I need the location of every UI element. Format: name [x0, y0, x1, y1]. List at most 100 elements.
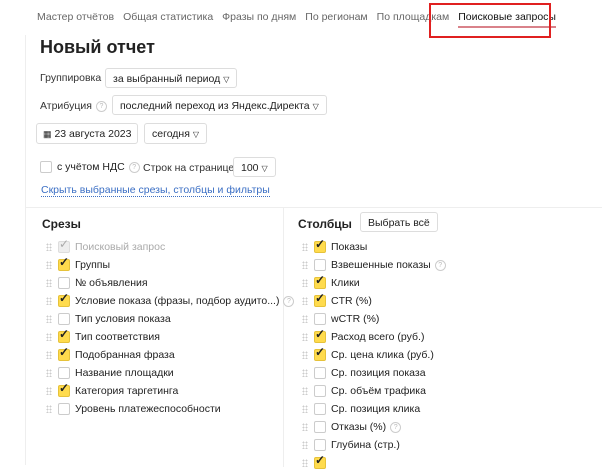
item-label: Показы: [331, 241, 368, 253]
drag-handle-icon[interactable]: [302, 315, 308, 323]
list-item[interactable]: Название площадки: [46, 364, 294, 382]
tab-general-stats[interactable]: Общая статистика: [123, 11, 213, 28]
item-label: Ср. цена клика (руб.): [331, 349, 434, 361]
drag-handle-icon[interactable]: [302, 297, 308, 305]
help-icon[interactable]: ?: [95, 100, 107, 112]
vat-label: с учётом НДС: [57, 161, 125, 173]
list-item[interactable]: Тип соответствия: [46, 327, 294, 346]
checkbox[interactable]: [58, 313, 70, 325]
list-item[interactable]: Группы: [46, 255, 294, 274]
checkbox[interactable]: [314, 403, 326, 415]
checkbox[interactable]: [58, 327, 70, 343]
highlight-box: [429, 3, 551, 38]
drag-handle-icon[interactable]: [302, 369, 308, 377]
checkbox[interactable]: [314, 385, 326, 397]
list-item[interactable]: Уровень платежеспособности: [46, 400, 294, 418]
list-item[interactable]: Клики: [302, 273, 446, 292]
list-item[interactable]: Ср. цена клика (руб.): [302, 345, 446, 364]
list-item[interactable]: Расход всего (руб.): [302, 327, 446, 346]
item-label: Тип условия показа: [75, 313, 171, 325]
list-item[interactable]: Ср. объём трафика: [302, 382, 446, 400]
checkbox[interactable]: [58, 255, 70, 271]
checkbox[interactable]: [314, 327, 326, 343]
slices-title: Срезы: [42, 217, 81, 231]
checkbox[interactable]: [314, 345, 326, 361]
tab-report-master[interactable]: Мастер отчётов: [37, 11, 114, 28]
checkbox[interactable]: [58, 381, 70, 397]
checkbox[interactable]: [314, 291, 326, 307]
list-item[interactable]: Тип условия показа: [46, 310, 294, 328]
drag-handle-icon[interactable]: [46, 297, 52, 305]
drag-handle-icon[interactable]: [302, 387, 308, 395]
list-item[interactable]: Глубина (стр.): [302, 436, 446, 454]
checkbox[interactable]: [314, 439, 326, 451]
checkbox[interactable]: [40, 161, 52, 173]
drag-handle-icon[interactable]: [302, 279, 308, 287]
attribution-value: последний переход из Яндекс.Директа: [120, 100, 310, 112]
list-item[interactable]: Поисковый запрос: [46, 237, 294, 256]
list-item[interactable]: Показы: [302, 237, 446, 256]
checkbox[interactable]: [58, 237, 70, 253]
checkbox[interactable]: [58, 345, 70, 361]
help-icon[interactable]: ?: [434, 259, 446, 271]
list-item[interactable]: CTR (%): [302, 291, 446, 310]
item-label: Ср. позиция показа: [331, 367, 426, 379]
checkbox[interactable]: [58, 291, 70, 307]
period-select[interactable]: сегодня ▽: [144, 123, 208, 144]
list-item[interactable]: Условие показа (фразы, подбор аудито...)…: [46, 291, 295, 310]
list-item[interactable]: wCTR (%): [302, 310, 446, 328]
list-item[interactable]: Отказы (%)?: [302, 418, 446, 436]
list-item[interactable]: Категория таргетинга: [46, 381, 294, 400]
tab-by-region[interactable]: По регионам: [305, 11, 367, 28]
item-label: Уровень платежеспособности: [75, 403, 221, 415]
grouping-select[interactable]: за выбранный период ▽: [105, 68, 238, 88]
drag-handle-icon[interactable]: [46, 315, 52, 323]
list-item[interactable]: Подобранная фраза: [46, 345, 294, 364]
date-picker[interactable]: ▦ 23 августа 2023: [36, 123, 139, 144]
checkbox[interactable]: [58, 367, 70, 379]
select-all-button[interactable]: Выбрать всё: [360, 212, 438, 232]
hide-filters-link[interactable]: Скрыть выбранные срезы, столбцы и фильтр…: [41, 184, 270, 197]
checkbox[interactable]: [314, 313, 326, 325]
rows-per-page-select[interactable]: 100 ▽: [233, 157, 276, 177]
drag-handle-icon[interactable]: [302, 243, 308, 251]
attribution-select[interactable]: последний переход из Яндекс.Директа ▽: [112, 95, 327, 115]
help-icon[interactable]: ?: [390, 421, 402, 433]
checkbox[interactable]: [314, 367, 326, 379]
checkbox[interactable]: [314, 453, 326, 469]
drag-handle-icon[interactable]: [302, 441, 308, 449]
drag-handle-icon[interactable]: [46, 243, 52, 251]
tab-phrases-by-day[interactable]: Фразы по дням: [222, 11, 296, 28]
checkbox[interactable]: [314, 237, 326, 253]
drag-handle-icon[interactable]: [302, 459, 308, 467]
list-item[interactable]: [302, 453, 446, 472]
drag-handle-icon[interactable]: [46, 387, 52, 395]
drag-handle-icon[interactable]: [302, 423, 308, 431]
item-label: Расход всего (руб.): [331, 331, 425, 343]
list-item[interactable]: Ср. позиция клика: [302, 400, 446, 418]
drag-handle-icon[interactable]: [46, 405, 52, 413]
drag-handle-icon[interactable]: [46, 279, 52, 287]
attribution-label: Атрибуция?: [40, 100, 107, 112]
vat-checkbox[interactable]: с учётом НДС?: [40, 158, 140, 176]
checkbox[interactable]: [58, 403, 70, 415]
drag-handle-icon[interactable]: [302, 405, 308, 413]
drag-handle-icon[interactable]: [302, 333, 308, 341]
item-label: CTR (%): [331, 295, 372, 307]
checkbox[interactable]: [58, 277, 70, 289]
checkbox[interactable]: [314, 273, 326, 289]
list-item[interactable]: № объявления: [46, 274, 294, 292]
list-item[interactable]: Ср. позиция показа: [302, 364, 446, 382]
checkbox[interactable]: [314, 421, 326, 433]
drag-handle-icon[interactable]: [46, 333, 52, 341]
drag-handle-icon[interactable]: [302, 261, 308, 269]
drag-handle-icon[interactable]: [46, 369, 52, 377]
item-label: wCTR (%): [331, 313, 380, 325]
help-icon[interactable]: ?: [128, 161, 140, 173]
drag-handle-icon[interactable]: [302, 351, 308, 359]
drag-handle-icon[interactable]: [46, 351, 52, 359]
list-item[interactable]: Взвешенные показы?: [302, 256, 446, 274]
checkbox[interactable]: [314, 259, 326, 271]
drag-handle-icon[interactable]: [46, 261, 52, 269]
help-icon[interactable]: ?: [283, 295, 295, 307]
